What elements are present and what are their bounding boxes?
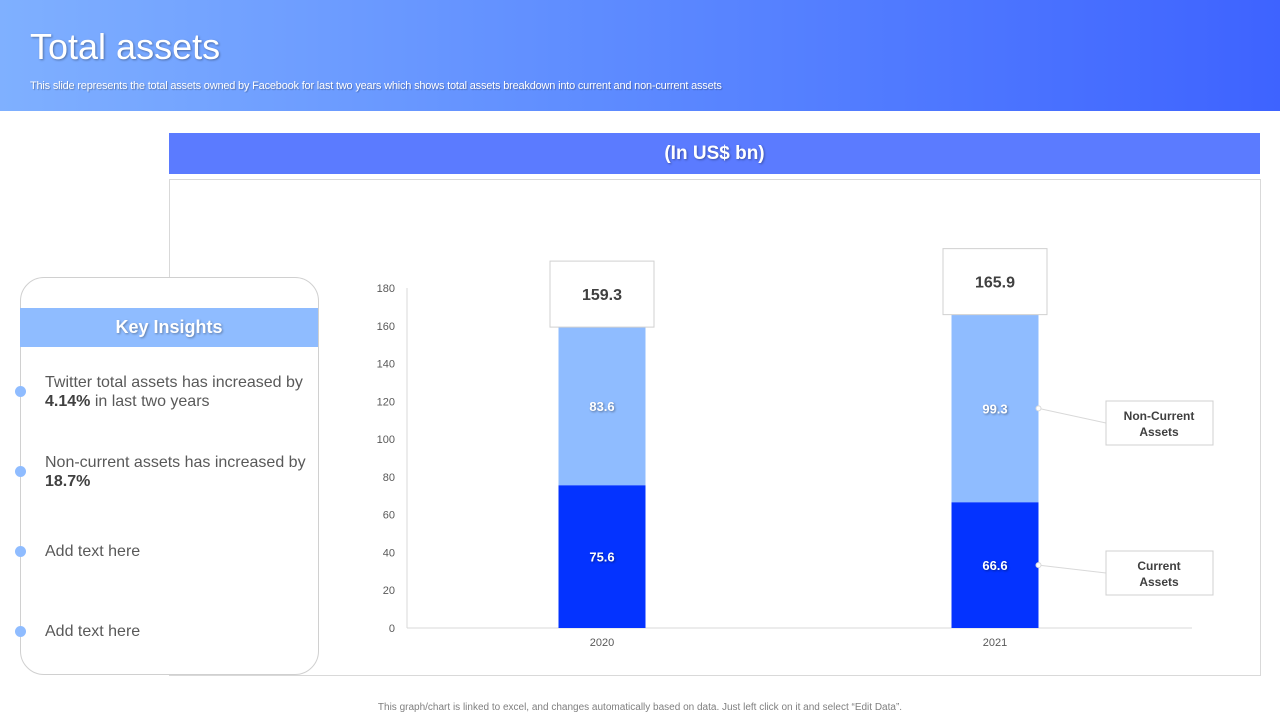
y-tick-label: 140	[377, 359, 395, 371]
total-label: 159.3	[582, 287, 622, 304]
legend-leader-line	[1038, 564, 1107, 574]
stacked-bar-chart: 0 20 40 60 80 100 120 140 160 180 75.6 83.6 2020 159.…	[377, 248, 1214, 649]
legend-label-line1: Current	[1137, 559, 1180, 573]
y-tick-label: 40	[383, 547, 395, 559]
y-tick-label: 120	[377, 396, 395, 408]
y-tick-label: 160	[377, 321, 395, 333]
data-label: 75.6	[589, 550, 614, 565]
y-tick-label: 100	[377, 434, 395, 446]
x-tick-label: 2021	[983, 637, 1007, 649]
y-tick-label: 20	[383, 585, 395, 597]
legend-label-line2: Assets	[1139, 425, 1179, 439]
x-tick-label: 2020	[590, 637, 614, 649]
total-label: 165.9	[975, 275, 1015, 292]
data-label: 66.6	[982, 558, 1007, 573]
legend-anchor-dot	[1035, 562, 1042, 569]
legend-anchor-dot	[1035, 405, 1042, 412]
y-tick-label: 180	[377, 283, 395, 295]
data-label: 99.3	[982, 401, 1007, 416]
y-tick-label: 80	[383, 472, 395, 484]
legend-leader-line	[1038, 407, 1107, 424]
footer-note: This graph/chart is linked to excel, and…	[377, 702, 903, 713]
data-label: 83.6	[589, 399, 614, 414]
y-tick-label: 60	[383, 510, 395, 522]
y-tick-label: 0	[389, 623, 395, 635]
legend-label-line2: Assets	[1139, 575, 1179, 589]
legend-label-line1: Non-Current	[1124, 409, 1195, 423]
